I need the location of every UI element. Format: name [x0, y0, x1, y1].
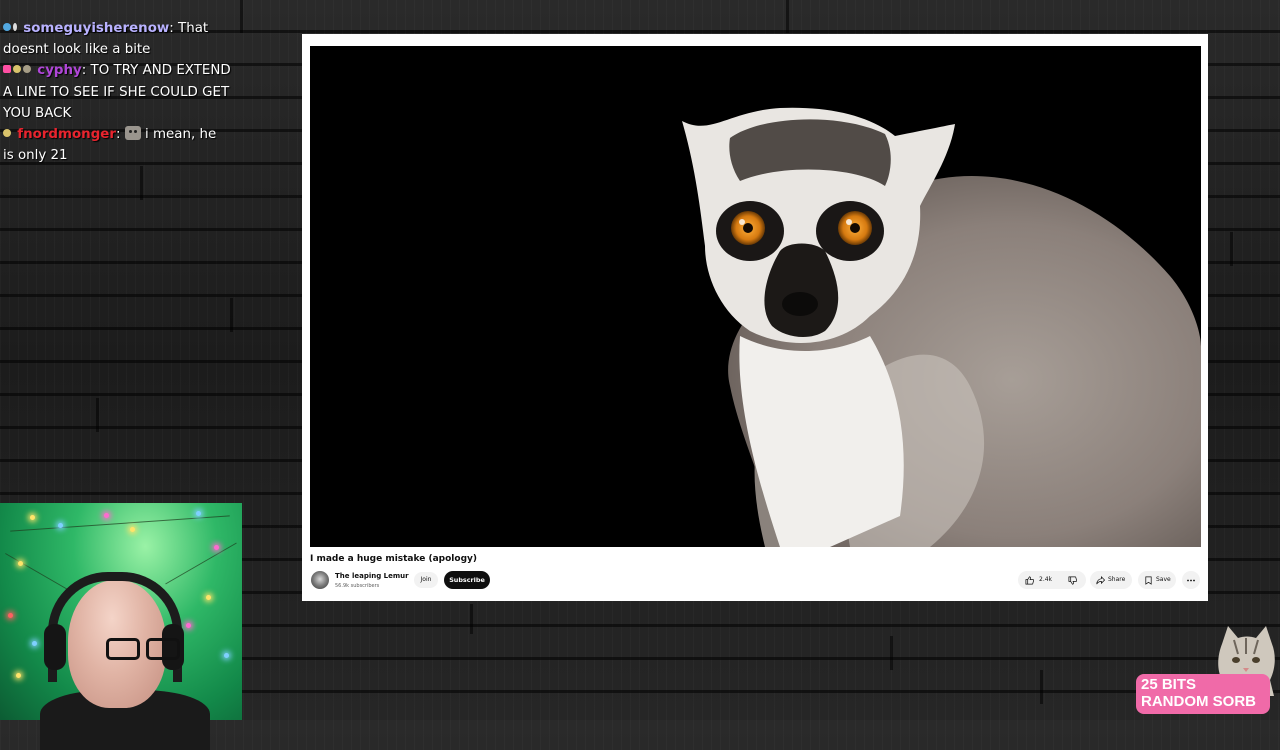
- video-title: I made a huge mistake (apology): [310, 554, 477, 564]
- chat-username: fnordmonger: [17, 127, 116, 143]
- thumbs-down-icon[interactable]: [1068, 576, 1077, 585]
- chat-message: someguyisherenow: That doesnt look like …: [3, 18, 231, 60]
- bits-amount: 25 BITS: [1141, 676, 1197, 693]
- string-light: [206, 595, 211, 600]
- string-light: [130, 527, 135, 532]
- glasses-lens: [146, 638, 180, 660]
- chat-badge-icon: [3, 23, 11, 31]
- bits-reward: RANDOM SORB: [1141, 693, 1256, 710]
- chat-message: fnordmonger: i mean, he is only 21: [3, 126, 217, 164]
- like-dislike-group: 2.4k: [1018, 571, 1086, 589]
- chat-badge-icon: [3, 129, 11, 138]
- string-light: [196, 511, 201, 516]
- string-light: [8, 613, 13, 618]
- bookmark-icon: [1145, 576, 1152, 585]
- string-light: [214, 545, 219, 550]
- string-light: [32, 641, 37, 646]
- wood-seam: [140, 166, 143, 200]
- string-light: [30, 515, 35, 520]
- chat-username: someguyisherenow: [23, 21, 170, 36]
- wood-seam: [1230, 232, 1233, 266]
- share-button[interactable]: Share: [1090, 571, 1132, 589]
- chat-username: cyphy: [37, 63, 82, 79]
- chat-badge-icon: [13, 23, 17, 31]
- like-count: 2.4k: [1039, 576, 1053, 583]
- wood-seam: [786, 0, 789, 33]
- chat-badge-icon: [23, 65, 31, 74]
- lemur-nose: [782, 292, 818, 316]
- wood-seam: [890, 636, 893, 670]
- subscribe-button[interactable]: Subscribe: [444, 571, 490, 589]
- channel-name[interactable]: The leaping Lemur: [335, 572, 409, 580]
- video-frame: I made a huge mistake (apology) The leap…: [302, 34, 1208, 601]
- headphones-icon: [48, 572, 182, 682]
- wood-seam: [230, 298, 233, 332]
- bits-alert: 25 BITS RANDOM SORB: [1136, 674, 1270, 714]
- cat-emote-icon: [124, 126, 141, 141]
- string-light: [224, 653, 229, 658]
- string-light: [16, 673, 21, 678]
- wood-seam: [240, 0, 243, 33]
- string-light: [104, 513, 109, 518]
- save-label: Save: [1156, 576, 1171, 583]
- save-button[interactable]: Save: [1138, 571, 1176, 589]
- glasses-lens: [106, 638, 140, 660]
- chat-badge-icon: [3, 65, 11, 74]
- wood-seam: [470, 604, 473, 634]
- share-icon: [1096, 576, 1105, 585]
- wood-seam: [1040, 670, 1043, 704]
- lemur-thumbnail: [682, 107, 1201, 547]
- join-button[interactable]: Join: [414, 572, 438, 588]
- chat-overlay: someguyisherenow: That doesnt look like …: [3, 18, 231, 166]
- share-label: Share: [1108, 576, 1126, 583]
- string-light: [58, 523, 63, 528]
- more-actions-button[interactable]: [1182, 571, 1200, 589]
- string-light: [186, 623, 191, 628]
- channel-avatar[interactable]: [311, 571, 329, 589]
- video-player[interactable]: [310, 46, 1201, 547]
- headphone-earcup: [44, 624, 66, 670]
- wood-seam: [96, 398, 99, 432]
- string-light: [18, 561, 23, 566]
- chat-message: cyphy: TO TRY AND EXTEND A LINE TO SEE I…: [3, 60, 231, 124]
- more-horizontal-icon: [1187, 579, 1195, 582]
- chat-badge-icon: [13, 65, 21, 74]
- thumbs-up-icon[interactable]: [1025, 576, 1034, 585]
- subscriber-count: 56.9k subscribers: [335, 583, 380, 589]
